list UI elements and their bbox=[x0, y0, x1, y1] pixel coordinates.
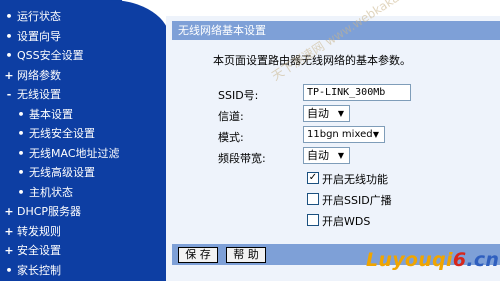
save-button[interactable]: 保 存 bbox=[178, 247, 218, 263]
ssid-broadcast-label: 开启SSID广播 bbox=[322, 194, 392, 207]
sidebar-item[interactable]: • 家长控制 bbox=[4, 261, 120, 281]
channel-label: 信道: bbox=[218, 110, 244, 123]
bullet-icon: • bbox=[5, 263, 13, 277]
sidebar-item[interactable]: + 安全设置 bbox=[4, 241, 120, 261]
sidebar-item-label: 运行状态 bbox=[17, 10, 61, 23]
mode-label: 模式: bbox=[218, 131, 244, 144]
wireless-enable-label: 开启无线功能 bbox=[322, 173, 388, 186]
expand-icon: + bbox=[4, 244, 14, 257]
sidebar-item-label: 网络参数 bbox=[17, 68, 61, 82]
bullet-icon: • bbox=[17, 185, 25, 199]
sidebar-item-label: DHCP服务器 bbox=[17, 205, 82, 218]
sidebar-item[interactable]: • 设置向导 bbox=[4, 27, 120, 47]
expand-icon: + bbox=[4, 68, 14, 82]
sidebar-item-label: 无线MAC地址过滤 bbox=[29, 146, 120, 160]
sidebar-item-label: 安全设置 bbox=[17, 244, 61, 257]
sidebar-item[interactable]: + DHCP服务器 bbox=[4, 202, 120, 222]
brand-part1: Luyouqi bbox=[366, 249, 453, 271]
brand-logo: Luyouqi6.cn bbox=[366, 249, 499, 271]
bandwidth-value: 自动 bbox=[307, 149, 329, 162]
expand-icon: + bbox=[4, 205, 14, 218]
sidebar-item[interactable]: + 网络参数 bbox=[4, 66, 120, 86]
bullet-icon: • bbox=[5, 10, 13, 23]
sidebar-item[interactable]: • 无线高级设置 bbox=[4, 163, 120, 183]
channel-value: 自动 bbox=[307, 107, 329, 120]
sidebar-item-label: 无线安全设置 bbox=[29, 127, 95, 140]
ssid-broadcast-checkbox[interactable] bbox=[307, 193, 319, 205]
mode-value: 11bgn mixed bbox=[307, 129, 373, 140]
sidebar-item-label: 无线高级设置 bbox=[29, 166, 95, 179]
bullet-icon: • bbox=[17, 127, 25, 140]
sidebar-item[interactable]: • 基本设置 bbox=[4, 105, 120, 125]
mode-select[interactable]: 11bgn mixed ▼ bbox=[303, 126, 385, 143]
sidebar-item-label: QSS安全设置 bbox=[17, 49, 84, 62]
bullet-icon: • bbox=[17, 146, 25, 160]
sidebar-item[interactable]: + 转发规则 bbox=[4, 222, 120, 242]
channel-select[interactable]: 自动 ▼ bbox=[303, 105, 350, 122]
sidebar-item[interactable]: - 无线设置 bbox=[4, 85, 120, 105]
sidebar-item[interactable]: • 无线MAC地址过滤 bbox=[4, 144, 120, 164]
chevron-down-icon: ▼ bbox=[337, 109, 345, 118]
bandwidth-label: 频段带宽: bbox=[218, 152, 266, 165]
sidebar-item[interactable]: • QSS安全设置 bbox=[4, 46, 120, 66]
nav-menu: • 运行状态 • 设置向导 • QSS安全设置 + 网络参数 - 无线设置 • 基本设置 • 无线安全设置… bbox=[4, 7, 120, 281]
bullet-icon: • bbox=[5, 49, 13, 62]
expand-icon: + bbox=[4, 224, 14, 238]
brand-part2: 6 bbox=[452, 249, 467, 271]
sidebar-item-label: 无线设置 bbox=[17, 88, 61, 101]
wds-label: 开启WDS bbox=[322, 215, 371, 228]
chevron-down-icon: ▼ bbox=[337, 151, 345, 160]
sidebar-item-label: 设置向导 bbox=[17, 29, 61, 43]
brand-part3: .cn bbox=[466, 249, 500, 271]
sidebar-item[interactable]: • 主机状态 bbox=[4, 183, 120, 203]
wireless-enable-checkbox[interactable]: ✓ bbox=[307, 172, 319, 184]
bullet-icon: • bbox=[17, 166, 25, 179]
ssid-label: SSID号: bbox=[218, 89, 259, 102]
collapse-icon: - bbox=[6, 88, 12, 101]
bullet-icon: • bbox=[5, 29, 13, 43]
sidebar-item[interactable]: • 无线安全设置 bbox=[4, 124, 120, 144]
ssid-input[interactable]: TP-LINK_300Mb bbox=[303, 84, 411, 101]
wds-checkbox[interactable] bbox=[307, 214, 319, 226]
check-icon: ✓ bbox=[308, 172, 318, 183]
sidebar-item-label: 家长控制 bbox=[17, 263, 61, 277]
help-button[interactable]: 帮 助 bbox=[226, 247, 266, 263]
sidebar-item[interactable]: • 运行状态 bbox=[4, 7, 120, 27]
chevron-down-icon: ▼ bbox=[372, 130, 380, 139]
sidebar-item-label: 主机状态 bbox=[29, 185, 73, 199]
bullet-icon: • bbox=[17, 107, 25, 121]
bandwidth-select[interactable]: 自动 ▼ bbox=[303, 147, 350, 164]
sidebar-item-label: 基本设置 bbox=[29, 107, 73, 121]
sidebar-item-label: 转发规则 bbox=[17, 224, 61, 238]
